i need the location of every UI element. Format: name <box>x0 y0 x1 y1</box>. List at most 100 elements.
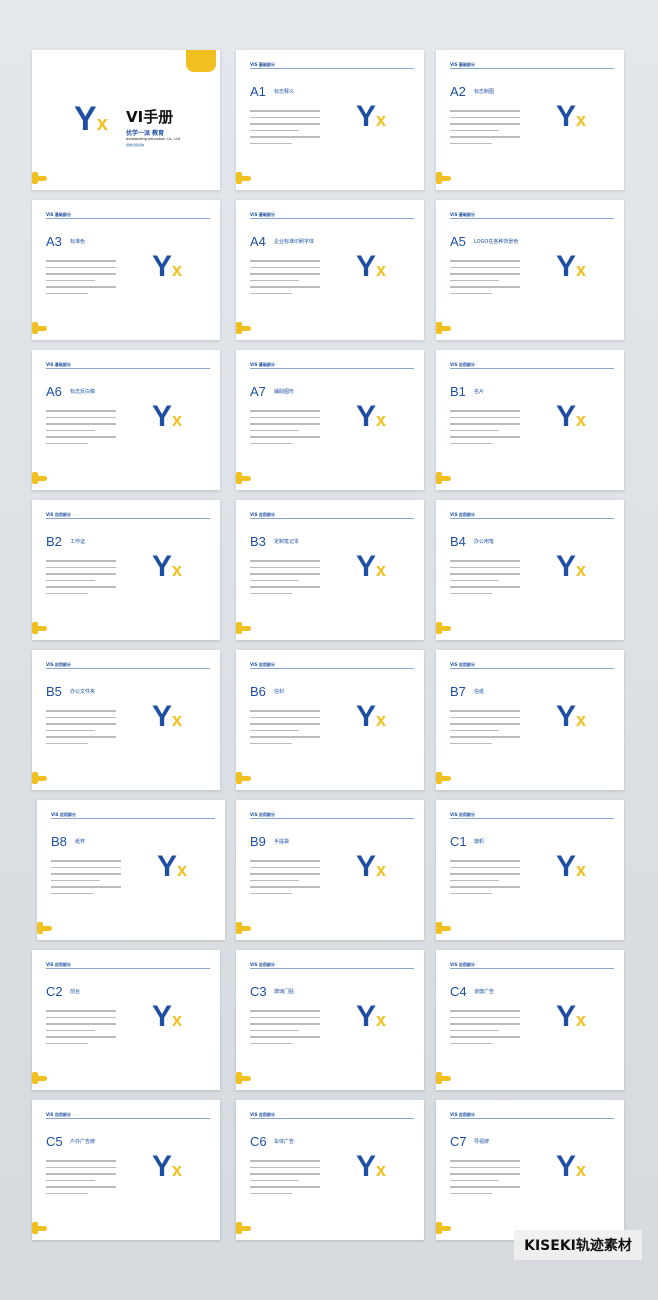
company-cn: 优学一派 教育 <box>126 130 165 137</box>
manual-page: VIS 应用部分 B9 手提袋 Yx <box>236 800 424 940</box>
logo-icon: Yx <box>152 700 183 733</box>
logo-icon: Yx <box>152 1150 183 1183</box>
manual-page: VIS 基础部分 A4 企业标准印刷字体 Yx <box>236 200 424 340</box>
page-code: B6 <box>250 684 266 699</box>
page-subtitle: 辅助图形 <box>274 389 295 395</box>
page-subtitle: 企业标准印刷字体 <box>274 239 315 245</box>
page-subtitle: 车体广告 <box>274 1139 295 1145</box>
divider <box>46 368 210 369</box>
manual-page: VIS 基础部分 A7 辅助图形 Yx <box>236 350 424 490</box>
illustration: Yx <box>338 986 408 1066</box>
page-code: B2 <box>46 534 62 549</box>
body-text <box>46 1010 116 1049</box>
page-code: A6 <box>46 384 62 399</box>
divider <box>250 68 414 69</box>
page-subtitle: 旗帜 <box>474 839 485 845</box>
illustration: Yx <box>538 386 608 466</box>
body-text <box>450 410 520 449</box>
illustration: Yx <box>139 836 209 916</box>
logo-icon: Yx <box>556 550 587 583</box>
illustration: Yx <box>538 86 608 166</box>
page-subtitle: LOGO在各种背景色 <box>474 239 519 245</box>
body-text <box>46 560 116 599</box>
divider <box>250 518 414 519</box>
illustration: Yx <box>538 986 608 1066</box>
logo-icon: Yx <box>356 100 387 133</box>
illustration: Yx <box>134 986 204 1066</box>
body-text <box>450 560 520 599</box>
illustration: Yx <box>134 236 204 316</box>
body-text <box>250 260 320 299</box>
logo-icon: Yx <box>152 550 183 583</box>
page-subtitle: 手提袋 <box>274 839 290 845</box>
illustration: Yx <box>134 686 204 766</box>
decor-shape <box>32 472 48 484</box>
divider <box>51 818 215 819</box>
page-code: A4 <box>250 234 266 249</box>
divider <box>450 818 614 819</box>
illustration: Yx <box>134 536 204 616</box>
logo-icon: Yx <box>556 850 587 883</box>
manual-page: VIS 基础部分 A2 标志制图 Yx <box>436 50 624 190</box>
decor-shape <box>236 622 252 634</box>
page-code: B5 <box>46 684 62 699</box>
divider <box>450 518 614 519</box>
body-text <box>46 260 116 299</box>
divider <box>250 368 414 369</box>
decor-shape <box>32 1072 48 1084</box>
page-subtitle: 前台 <box>70 989 81 995</box>
page-code: A7 <box>250 384 266 399</box>
manual-page: VIS 应用部分 B5 办公文件夹 Yx <box>32 650 220 790</box>
manual-page: VIS 应用部分 B7 信纸 Yx <box>436 650 624 790</box>
logo-icon: Yx <box>556 400 587 433</box>
divider <box>46 968 210 969</box>
decor-shape <box>436 622 452 634</box>
page-subtitle: 办公文件夹 <box>70 689 96 695</box>
logo-icon: Yx <box>356 400 387 433</box>
page-subtitle: 信纸 <box>474 689 485 695</box>
illustration: Yx <box>338 236 408 316</box>
manual-page: VIS 基础部分 A1 标志释义 Yx <box>236 50 424 190</box>
decor-shape <box>37 922 53 934</box>
page-code: C3 <box>250 984 267 999</box>
body-text <box>250 860 320 899</box>
decor-shape <box>32 172 48 184</box>
page-code: C7 <box>450 1134 467 1149</box>
page-code: B9 <box>250 834 266 849</box>
logo-icon: Yx <box>356 250 387 283</box>
illustration: Yx <box>338 86 408 166</box>
manual-page: VIS 应用部分 B4 办公用笔 Yx <box>436 500 624 640</box>
divider <box>450 968 614 969</box>
cover-title: VI手册 <box>126 108 174 126</box>
logo-icon: Yx <box>556 1000 587 1033</box>
body-text <box>46 1160 116 1199</box>
decor-shape <box>236 172 252 184</box>
page-code: A3 <box>46 234 62 249</box>
decor-shape <box>436 922 452 934</box>
decor-shape <box>236 772 252 784</box>
logo-icon: Yx <box>356 700 387 733</box>
body-text <box>250 410 320 449</box>
decor-shape <box>236 322 252 334</box>
manual-page: VIS 应用部分 C5 户外广告牌 Yx <box>32 1100 220 1240</box>
body-text <box>250 710 320 749</box>
divider <box>450 1118 614 1119</box>
page-subtitle: 名片 <box>474 389 485 395</box>
page-code: B8 <box>51 834 67 849</box>
page-subtitle: 定制笔记本 <box>274 539 300 545</box>
illustration: Yx <box>538 686 608 766</box>
body-text <box>250 110 320 149</box>
divider <box>46 668 210 669</box>
logo-icon: Yx <box>74 100 108 138</box>
page-code: C2 <box>46 984 63 999</box>
divider <box>250 818 414 819</box>
body-text <box>450 710 520 749</box>
page-code: C5 <box>46 1134 63 1149</box>
manual-page: VIS 应用部分 C1 旗帜 Yx <box>436 800 624 940</box>
illustration: Yx <box>338 686 408 766</box>
page-code: C4 <box>450 984 467 999</box>
logo-icon: Yx <box>556 700 587 733</box>
page-subtitle: 户外广告牌 <box>70 1139 96 1145</box>
manual-page: VIS 应用部分 B8 纸杯 Yx <box>37 800 225 940</box>
page-code: B1 <box>450 384 466 399</box>
